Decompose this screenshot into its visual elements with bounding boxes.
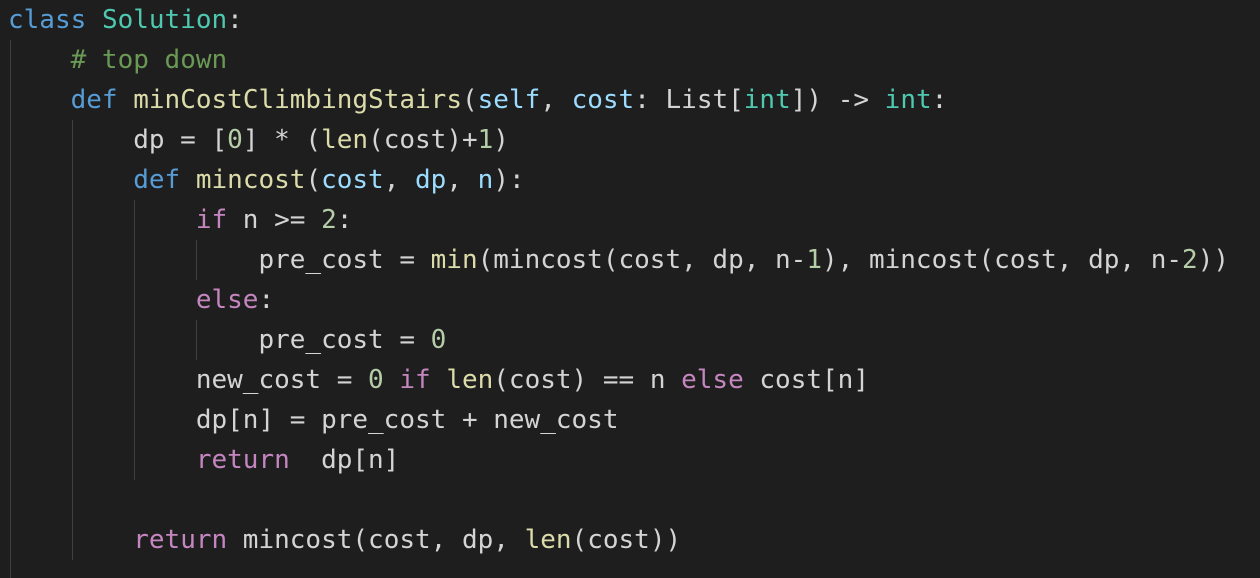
code-line-8: else: xyxy=(8,280,274,320)
code-token: dp[n] xyxy=(289,445,400,475)
code-token: 1 xyxy=(477,125,494,155)
code-token: : List[ xyxy=(634,85,744,115)
code-token: int xyxy=(743,85,791,115)
code-token: mincost(cost, dp, xyxy=(227,525,525,555)
code-token: 2 xyxy=(321,205,337,235)
code-token: : xyxy=(336,205,353,235)
code-line-7: pre_cost = min(mincost(cost, dp, n-1), m… xyxy=(8,240,1229,280)
code-token: else xyxy=(195,285,259,315)
code-line-12: return dp[n] xyxy=(8,440,400,480)
code-token: : xyxy=(931,85,948,115)
code-token: 2 xyxy=(1182,245,1198,275)
code-token: 0 xyxy=(430,325,447,355)
code-token: self xyxy=(477,85,541,115)
code-token: else xyxy=(681,365,744,395)
code-token: cost xyxy=(321,165,384,195)
code-token: cost xyxy=(571,85,635,115)
code-token: )) xyxy=(1197,245,1229,275)
code-token: new_cost = xyxy=(8,365,369,395)
code-token: cost[n] xyxy=(743,365,869,395)
code-line-4: dp = [0] * (len(cost)+1) xyxy=(8,120,509,160)
code-token: pre_cost = xyxy=(8,245,431,275)
code-line-10: new_cost = 0 if len(cost) == n else cost… xyxy=(8,360,869,400)
code-token: mincost xyxy=(195,165,306,195)
code-line-2: # top down xyxy=(8,40,228,80)
code-token: dp xyxy=(415,165,447,195)
code-editor[interactable]: class Solution: # top down def minCostCl… xyxy=(0,0,1260,578)
code-token: ( xyxy=(461,85,478,115)
code-line-14: return mincost(cost, dp, len(cost)) xyxy=(8,520,681,560)
code-token: ), mincost(cost, dp, n- xyxy=(822,245,1183,275)
code-token: , xyxy=(540,85,572,115)
code-token: minCostClimbingStairs xyxy=(133,85,462,115)
code-token: ): xyxy=(493,165,525,195)
code-token: int xyxy=(884,85,932,115)
code-token: class xyxy=(8,5,87,35)
code-token: len xyxy=(524,525,572,555)
code-token: return xyxy=(133,525,228,555)
code-token: (mincost(cost, dp, n- xyxy=(477,245,807,275)
code-token: n >= xyxy=(227,205,322,235)
code-token: ]) -> xyxy=(790,85,885,115)
code-token: if xyxy=(399,365,431,395)
code-token: return xyxy=(195,445,290,475)
code-line-1: class Solution: xyxy=(8,0,243,40)
code-token: 0 xyxy=(227,125,243,155)
code-token: : xyxy=(258,285,275,315)
code-token: (cost)) xyxy=(571,525,682,555)
code-token: min xyxy=(430,245,478,275)
code-token: 1 xyxy=(806,245,822,275)
code-token: : xyxy=(227,5,243,35)
code-token: n xyxy=(477,165,494,195)
code-token: ) xyxy=(493,125,509,155)
code-line-6: if n >= 2: xyxy=(8,200,353,240)
code-token: , xyxy=(446,165,478,195)
code-token: ] * ( xyxy=(242,125,322,155)
code-token: len xyxy=(446,365,494,395)
code-line-3: def minCostClimbingStairs(self, cost: Li… xyxy=(8,80,948,120)
code-token: Solution xyxy=(101,5,228,35)
code-line-11: dp[n] = pre_cost + new_cost xyxy=(8,400,619,440)
code-token: pre_cost = xyxy=(8,325,431,355)
code-token: len xyxy=(321,125,369,155)
code-token: ( xyxy=(305,165,322,195)
code-token: (cost)+ xyxy=(368,125,478,155)
code-token: def xyxy=(133,165,181,195)
code-token: , xyxy=(383,165,416,195)
code-token: def xyxy=(70,85,118,115)
code-token: # top down xyxy=(70,45,228,75)
code-token: (cost) == n xyxy=(493,365,682,395)
code-token: 0 xyxy=(368,365,384,395)
code-token: if xyxy=(195,205,228,235)
code-token: dp[n] = pre_cost + new_cost xyxy=(8,405,619,435)
code-line-5: def mincost(cost, dp, n): xyxy=(8,160,525,200)
code-line-9: pre_cost = 0 xyxy=(8,320,446,360)
code-token: dp = [ xyxy=(8,125,228,155)
